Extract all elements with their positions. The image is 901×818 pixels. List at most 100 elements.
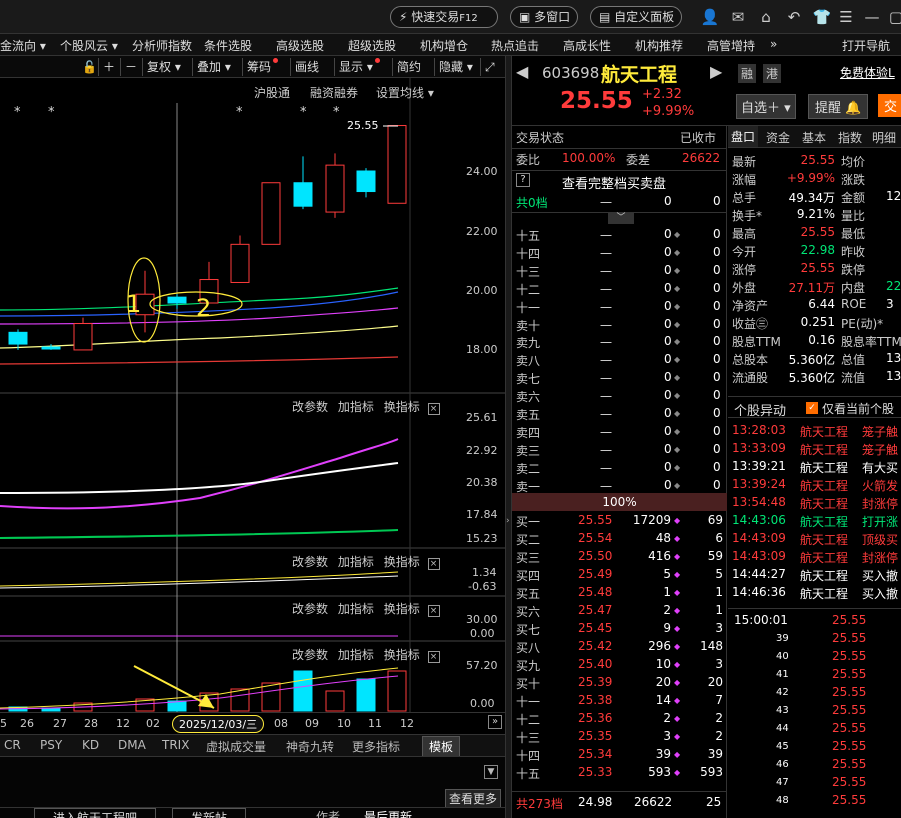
buy-level-row[interactable]: 买六 25.47 2 ◆ 1 bbox=[512, 602, 727, 620]
mail-icon[interactable]: ✉ bbox=[728, 7, 748, 27]
event-row[interactable]: 13:54:48 航天工程 封涨停 bbox=[728, 494, 901, 512]
jiazhibiao-button[interactable]: 加指标 bbox=[338, 648, 374, 662]
event-row[interactable]: 13:33:09 航天工程 笼子触 bbox=[728, 440, 901, 458]
menu-icon[interactable]: ☰ bbox=[836, 7, 856, 27]
tab-zhishu[interactable]: 指数 bbox=[838, 129, 862, 146]
huanzhibiao-button[interactable]: 换指标 bbox=[384, 648, 420, 662]
buy-level-row[interactable]: 十四 25.34 39 ◆ 39 bbox=[512, 746, 727, 764]
huanzhibiao-button[interactable]: 换指标 bbox=[384, 602, 420, 616]
sell-level-row[interactable]: 卖二一 0 ◆ 0 bbox=[512, 459, 727, 477]
tab-trix[interactable]: TRIX bbox=[162, 738, 189, 752]
tab-mingxi[interactable]: 明细 bbox=[872, 129, 896, 146]
tab-dma[interactable]: DMA bbox=[118, 738, 146, 752]
tab-more-indicators[interactable]: 更多指标 bbox=[352, 738, 400, 755]
event-row[interactable]: 13:39:21 航天工程 有大买 bbox=[728, 458, 901, 476]
multi-window-button[interactable]: ▣ 多窗口 bbox=[510, 6, 578, 28]
tab-pankou[interactable]: 盘口 bbox=[728, 126, 759, 147]
menu-item-fund-flow[interactable]: 金流向 ▾ bbox=[0, 37, 46, 54]
last-update-header[interactable]: 最后更新 bbox=[364, 808, 412, 818]
skin-icon[interactable]: 👕 bbox=[812, 7, 832, 27]
menu-item-super-select[interactable]: 超级选股 bbox=[348, 37, 396, 54]
fuquan-button[interactable]: 复权 ▾ bbox=[142, 58, 185, 76]
alert-button[interactable]: 提醒 🔔 bbox=[808, 94, 869, 119]
new-post-button[interactable]: 发新帖 bbox=[172, 808, 247, 818]
chouma-button[interactable]: 筹码 bbox=[242, 58, 282, 76]
buy-level-row[interactable]: 买十 25.39 20 ◆ 20 bbox=[512, 674, 727, 692]
tab-template[interactable]: 模板 bbox=[422, 736, 461, 757]
menu-item-institution-add[interactable]: 机构增仓 bbox=[420, 37, 468, 54]
menu-item-executive-buy[interactable]: 高管增持 bbox=[707, 37, 755, 54]
tab-cr[interactable]: CR bbox=[4, 738, 21, 752]
gaicanshu-button[interactable]: 改参数 bbox=[292, 555, 328, 569]
tab-psy[interactable]: PSY bbox=[40, 738, 62, 752]
event-row[interactable]: 14:46:36 航天工程 买入撤 bbox=[728, 584, 901, 602]
event-row[interactable]: 13:39:24 航天工程 火箭发 bbox=[728, 476, 901, 494]
huanzhibiao-button[interactable]: 换指标 bbox=[384, 555, 420, 569]
buy-level-row[interactable]: 买一 25.55 17209 ◆ 69 bbox=[512, 512, 727, 530]
view-more-button[interactable]: 查看更多 bbox=[445, 789, 502, 808]
chart-area[interactable]: * * * * * 1 2 25.55 24.00 22.00 20.00 18… bbox=[0, 78, 505, 712]
menu-item-condition-select[interactable]: 条件选股 bbox=[204, 37, 252, 54]
menu-item-hotspot[interactable]: 热点追击 bbox=[491, 37, 539, 54]
event-row[interactable]: 13:28:03 航天工程 笼子触 bbox=[728, 422, 901, 440]
sell-level-row[interactable]: 卖九一 0 ◆ 0 bbox=[512, 333, 727, 351]
sell-level-row[interactable]: 卖六一 0 ◆ 0 bbox=[512, 387, 727, 405]
fullscreen-icon[interactable]: ⤢ bbox=[480, 58, 499, 76]
menu-item-institution-recommend[interactable]: 机构推荐 bbox=[635, 37, 683, 54]
sell-level-row[interactable]: 卖五一 0 ◆ 0 bbox=[512, 405, 727, 423]
buy-level-row[interactable]: 买九 25.40 10 ◆ 3 bbox=[512, 656, 727, 674]
sell-level-row[interactable]: 十四一 0 ◆ 0 bbox=[512, 244, 727, 262]
home-icon[interactable]: ⌂ bbox=[756, 7, 776, 27]
jiazhibiao-button[interactable]: 加指标 bbox=[338, 555, 374, 569]
collapse-icon[interactable]: ▼ bbox=[484, 765, 498, 779]
margin-badge[interactable]: 融 bbox=[738, 64, 757, 83]
buy-level-row[interactable]: 买八 25.42 296 ◆ 148 bbox=[512, 638, 727, 656]
trade-button[interactable]: 交 bbox=[878, 94, 901, 117]
buy-level-row[interactable]: 十一 25.38 14 ◆ 7 bbox=[512, 692, 727, 710]
quick-trade-button[interactable]: ⚡ 快速交易F12 bbox=[390, 6, 498, 28]
checkbox-checked-icon[interactable]: ✓ bbox=[806, 402, 818, 414]
back-icon[interactable]: ↶ bbox=[784, 7, 804, 27]
tab-hgt[interactable]: 沪股通 bbox=[254, 84, 290, 101]
zoom-in-icon[interactable]: ＋ bbox=[98, 58, 119, 76]
tab-set-ma[interactable]: 设置均线 ▾ bbox=[376, 84, 434, 101]
sell-level-row[interactable]: 十五一 0 ◆ 0 bbox=[512, 226, 727, 244]
tab-kd[interactable]: KD bbox=[82, 738, 99, 752]
buy-level-row[interactable]: 买七 25.45 9 ◆ 3 bbox=[512, 620, 727, 638]
custom-panel-button[interactable]: ▤ 自定义面板 bbox=[590, 6, 682, 28]
prev-stock-icon[interactable]: ◀ bbox=[516, 62, 528, 81]
event-row[interactable]: 14:43:09 航天工程 顶级买 bbox=[728, 530, 901, 548]
event-row[interactable]: 14:44:27 航天工程 买入撤 bbox=[728, 566, 901, 584]
huanzhibiao-button[interactable]: 换指标 bbox=[384, 400, 420, 414]
gaicanshu-button[interactable]: 改参数 bbox=[292, 602, 328, 616]
buy-level-row[interactable]: 买四 25.49 5 ◆ 5 bbox=[512, 566, 727, 584]
tab-virtual-volume[interactable]: 虚拟成交量 bbox=[206, 738, 266, 755]
menu-item-advanced-select[interactable]: 高级选股 bbox=[276, 37, 324, 54]
sell-level-row[interactable]: 卖三一 0 ◆ 0 bbox=[512, 441, 727, 459]
huaxian-button[interactable]: 画线 bbox=[290, 58, 323, 76]
gaicanshu-button[interactable]: 改参数 bbox=[292, 648, 328, 662]
buy-level-row[interactable]: 十三 25.35 3 ◆ 2 bbox=[512, 728, 727, 746]
sell-level-row[interactable]: 卖八一 0 ◆ 0 bbox=[512, 351, 727, 369]
enter-forum-button[interactable]: 进入航天工程吧 bbox=[34, 808, 157, 818]
gaicanshu-button[interactable]: 改参数 bbox=[292, 400, 328, 414]
sell-level-row[interactable]: 十二一 0 ◆ 0 bbox=[512, 280, 727, 298]
tab-jiben[interactable]: 基本 bbox=[802, 129, 826, 146]
menu-item-stock-news[interactable]: 个股风云 ▾ bbox=[60, 37, 118, 54]
free-trial-link[interactable]: 免费体验L bbox=[840, 64, 895, 81]
sell-level-row[interactable]: 卖一一 0 ◆ 0 bbox=[512, 477, 727, 495]
sell-level-row[interactable]: 十三一 0 ◆ 0 bbox=[512, 262, 727, 280]
only-current-label[interactable]: 仅看当前个股 bbox=[822, 400, 894, 417]
hk-badge[interactable]: 港 bbox=[763, 64, 782, 83]
buy-level-row[interactable]: 买三 25.50 416 ◆ 59 bbox=[512, 548, 727, 566]
sell-level-row[interactable]: 卖七一 0 ◆ 0 bbox=[512, 369, 727, 387]
scroll-right-icon[interactable]: » bbox=[488, 715, 502, 729]
menu-item-high-growth[interactable]: 高成长性 bbox=[563, 37, 611, 54]
jiazhibiao-button[interactable]: 加指标 bbox=[338, 602, 374, 616]
tab-magic-nine[interactable]: 神奇九转 bbox=[286, 738, 334, 755]
menu-more-icon[interactable]: » bbox=[770, 37, 777, 51]
buy-level-row[interactable]: 买二 25.54 48 ◆ 6 bbox=[512, 530, 727, 548]
jianyue-button[interactable]: 简约 bbox=[392, 58, 425, 76]
sell-level-row[interactable]: 卖四一 0 ◆ 0 bbox=[512, 423, 727, 441]
close-icon[interactable]: × bbox=[427, 558, 440, 570]
